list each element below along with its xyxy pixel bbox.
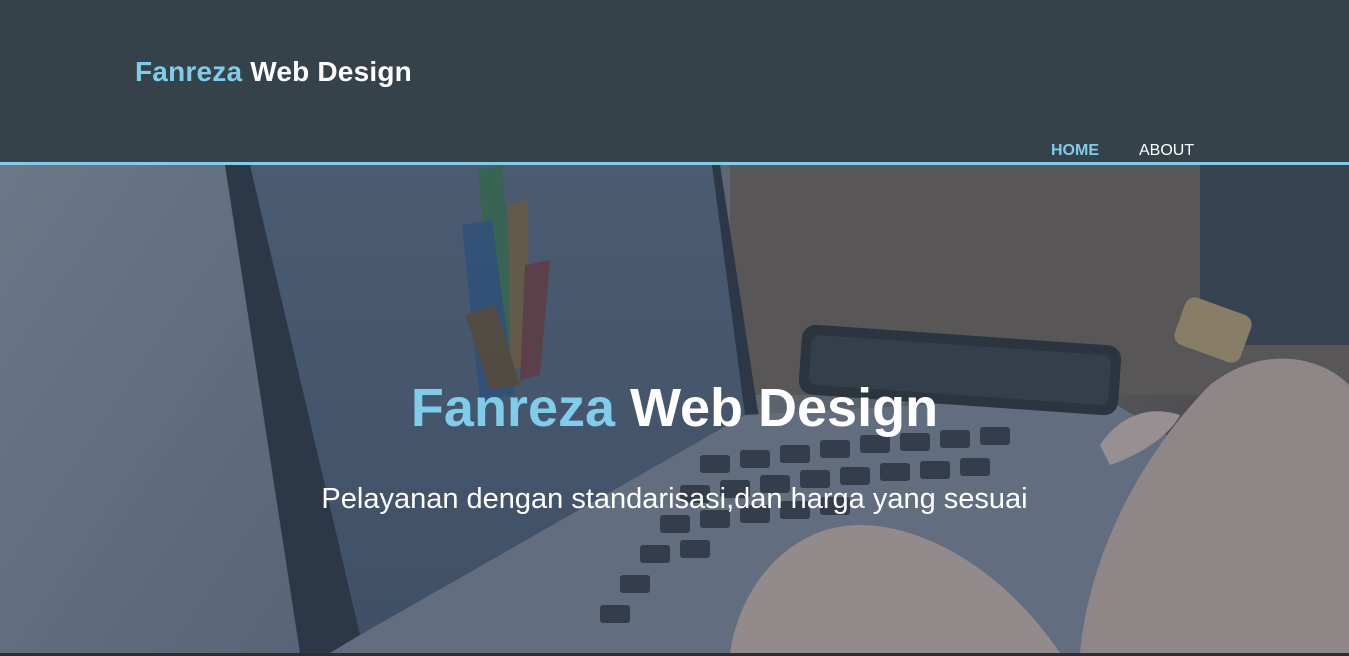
- nav-home-link[interactable]: HOME: [1051, 142, 1099, 160]
- hero-title-accent: Fanreza: [410, 378, 616, 438]
- nav-about-link[interactable]: ABOUT: [1139, 142, 1194, 160]
- hero-title-rest: Web Design: [615, 378, 939, 438]
- site-header: Fanreza Web Design HOME ABOUT: [0, 0, 1349, 165]
- main-nav: HOME ABOUT: [1051, 142, 1194, 160]
- brand-accent: Fanreza: [135, 56, 243, 87]
- site-logo[interactable]: Fanreza Web Design: [135, 56, 412, 88]
- hero-title: Fanreza Web Design: [0, 377, 1349, 439]
- hero-section: Fanreza Web Design Pelayanan dengan stan…: [0, 165, 1349, 653]
- hero-subtitle: Pelayanan dengan standarisasi,dan harga …: [321, 483, 1028, 515]
- brand-rest: Web Design: [242, 56, 412, 87]
